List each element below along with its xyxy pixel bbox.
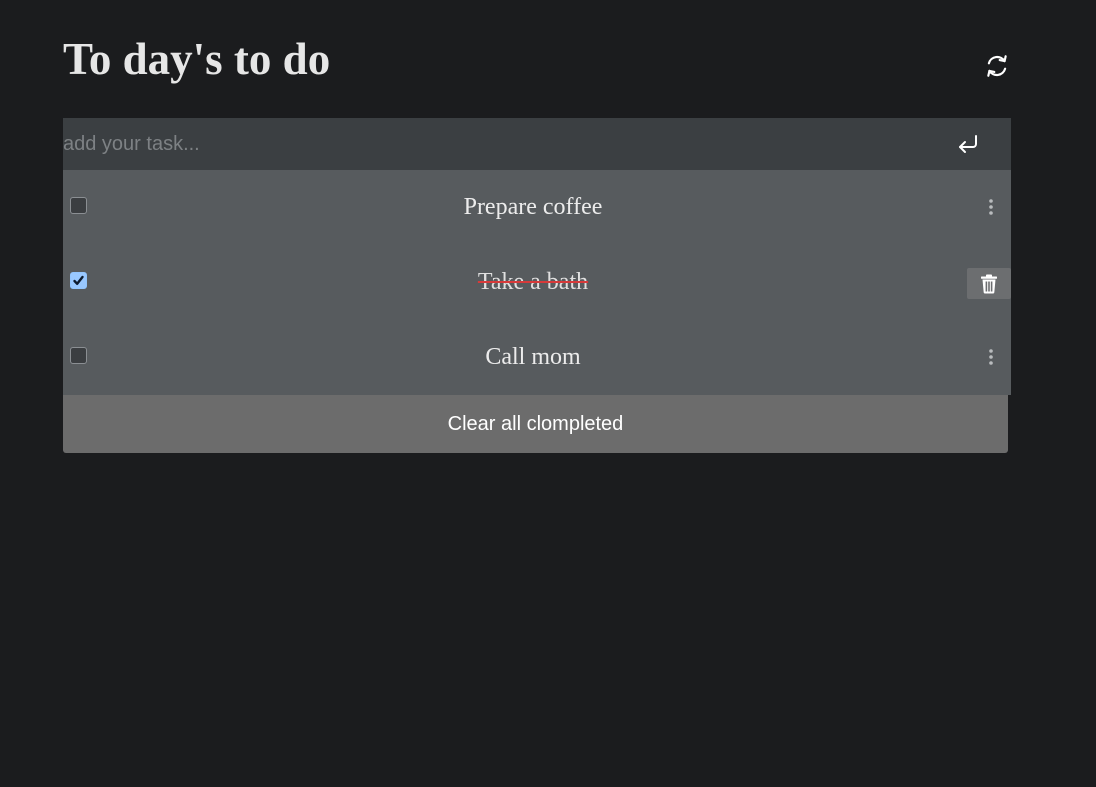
- more-vertical-icon: [989, 349, 993, 365]
- clear-completed-button[interactable]: Clear all clompleted: [63, 395, 1008, 453]
- header: To day's to do: [63, 0, 1011, 118]
- task-text: Prepare coffee: [463, 194, 603, 220]
- enter-icon: [959, 135, 977, 153]
- add-task-input[interactable]: [63, 118, 923, 170]
- task-item: Call mom: [63, 320, 1011, 395]
- todo-app: To day's to do Prepare coffee: [63, 0, 1011, 453]
- refresh-icon: [987, 55, 1007, 77]
- task-menu-button[interactable]: [975, 196, 1007, 218]
- task-item: Prepare coffee: [63, 170, 1011, 245]
- task-text: Take a bath: [477, 269, 589, 295]
- delete-task-button[interactable]: [967, 268, 1011, 299]
- task-menu-button[interactable]: [975, 346, 1007, 368]
- task-item: Take a bath: [63, 245, 1011, 320]
- task-text: Call mom: [485, 344, 581, 370]
- task-list: Prepare coffee Take a bath Call mom: [63, 170, 1011, 395]
- page-title: To day's to do: [63, 34, 331, 84]
- trash-icon: [981, 274, 997, 294]
- more-vertical-icon: [989, 199, 993, 215]
- add-task-button[interactable]: [953, 130, 983, 158]
- add-task-bar: [63, 118, 1011, 170]
- refresh-button[interactable]: [983, 52, 1011, 80]
